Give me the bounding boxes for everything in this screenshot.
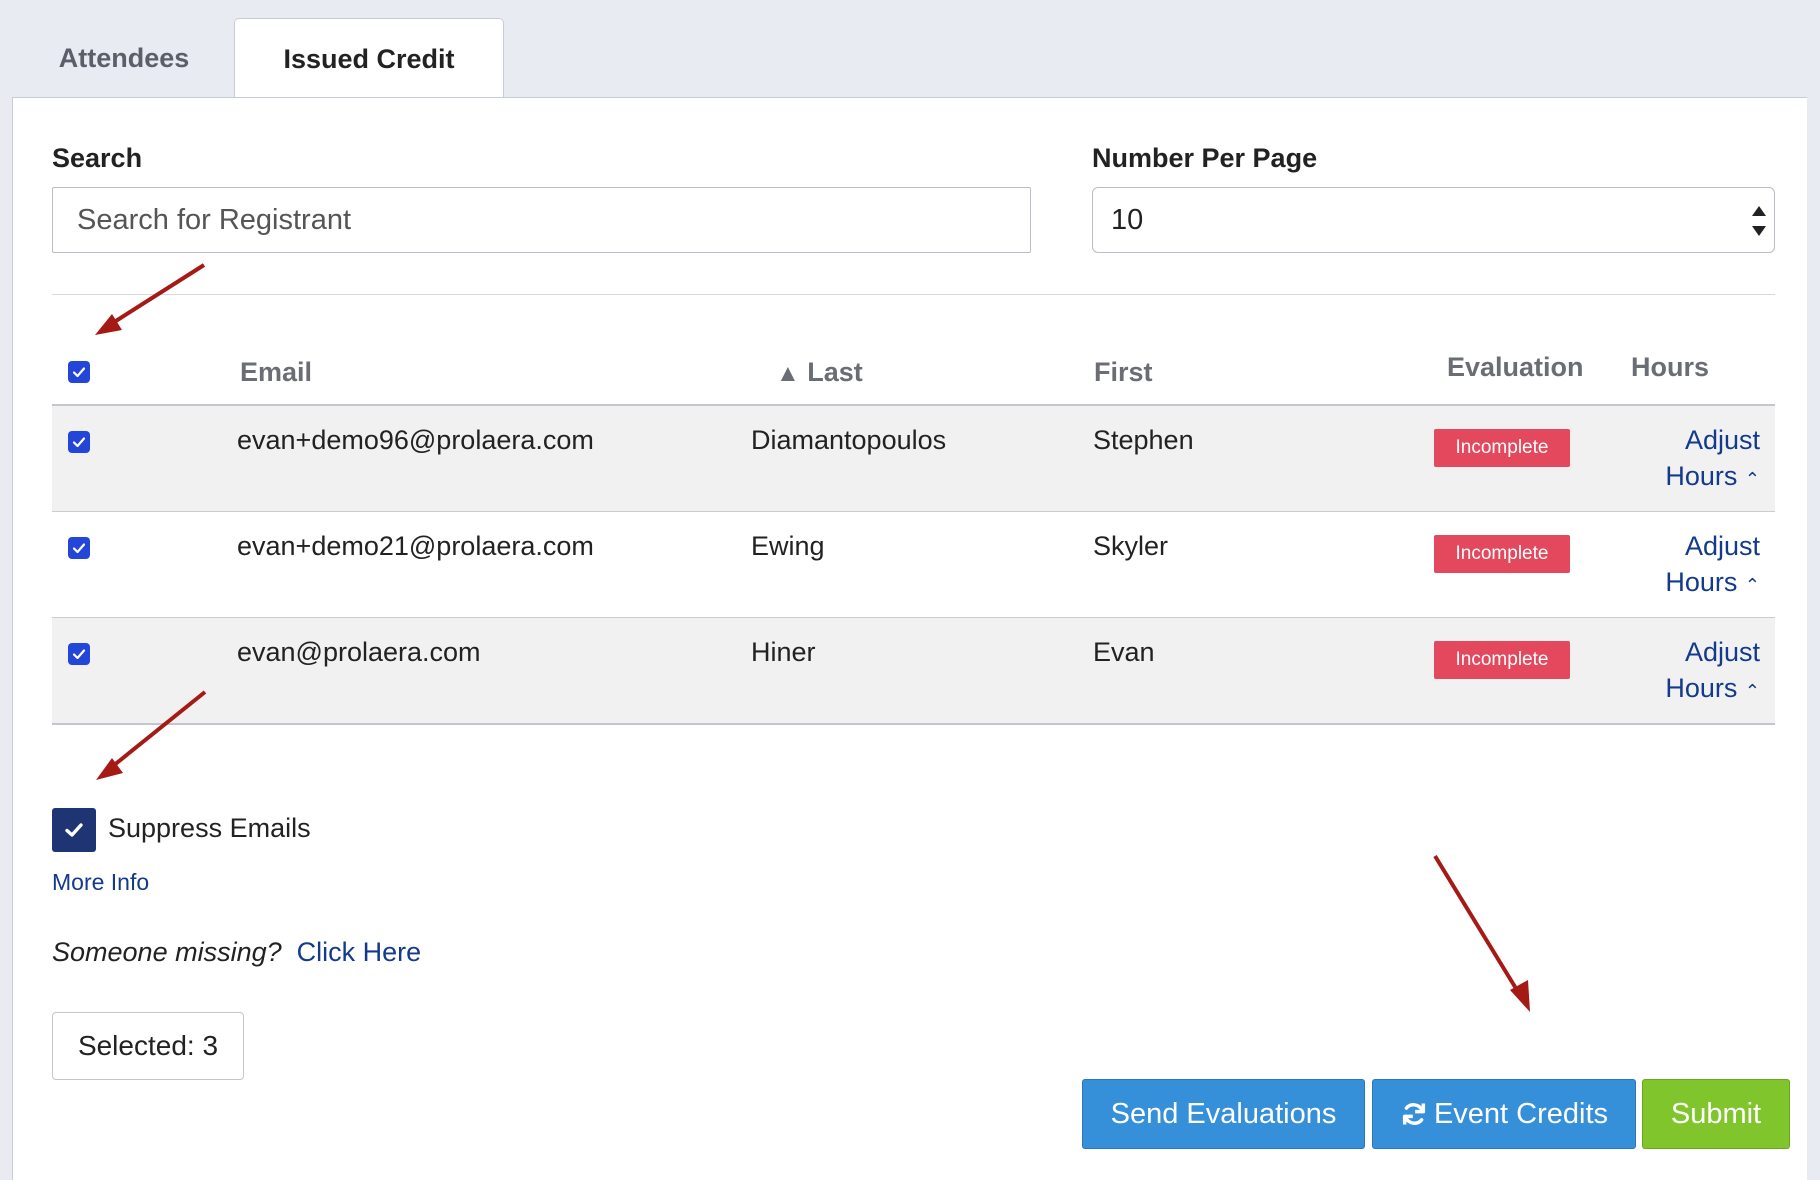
suppress-emails-checkbox[interactable] <box>52 808 96 852</box>
column-header-first[interactable]: First <box>1094 357 1153 388</box>
row-first: Evan <box>1093 637 1155 667</box>
checkmark-icon <box>65 823 83 837</box>
adjust-hours-line2: Hours <box>1665 567 1738 597</box>
adjust-hours-link[interactable]: Adjust Hours ⌃ <box>1665 422 1760 497</box>
checkmark-icon <box>72 437 86 448</box>
row-checkbox[interactable] <box>68 537 90 559</box>
evaluation-status-badge: Incomplete <box>1434 429 1570 467</box>
suppress-emails-label: Suppress Emails <box>108 813 311 843</box>
column-header-last-label: Last <box>807 357 863 387</box>
row-last: Diamantopoulos <box>751 425 947 455</box>
adjust-hours-link[interactable]: Adjust Hours ⌃ <box>1665 634 1760 709</box>
checkmark-icon <box>72 367 86 378</box>
adjust-hours-line2: Hours <box>1665 461 1738 491</box>
checkmark-icon <box>72 543 86 554</box>
tab-attendees[interactable]: Attendees <box>12 18 236 98</box>
column-header-last[interactable]: ▲ Last <box>776 357 863 388</box>
adjust-hours-link[interactable]: Adjust Hours ⌃ <box>1665 528 1760 603</box>
send-evaluations-button[interactable]: Send Evaluations <box>1082 1079 1365 1149</box>
adjust-hours-line2: Hours <box>1665 673 1738 703</box>
someone-missing-text: Someone missing? <box>52 937 282 967</box>
event-credits-button[interactable]: Event Credits <box>1372 1079 1636 1149</box>
row-last: Hiner <box>751 637 816 667</box>
chevron-up-icon: ⌃ <box>1744 681 1760 701</box>
row-last: Ewing <box>751 531 825 561</box>
adjust-hours-line1: Adjust <box>1684 637 1760 667</box>
selected-count: Selected: 3 <box>52 1012 244 1080</box>
column-header-hours[interactable]: Hours <box>1631 352 1709 383</box>
search-input[interactable] <box>52 187 1031 253</box>
divider <box>52 294 1775 295</box>
evaluation-status-badge: Incomplete <box>1434 535 1570 573</box>
adjust-hours-line1: Adjust <box>1684 425 1760 455</box>
search-label: Search <box>52 143 143 173</box>
more-info-link[interactable]: More Info <box>52 869 149 896</box>
row-email: evan+demo96@prolaera.com <box>237 425 594 455</box>
someone-missing-line: Someone missing? Click Here <box>52 937 421 968</box>
row-email: evan@prolaera.com <box>237 637 481 667</box>
evaluation-status-badge: Incomplete <box>1434 641 1570 679</box>
refresh-icon <box>1402 1103 1426 1125</box>
event-credits-label: Event Credits <box>1433 1097 1609 1130</box>
per-page-select[interactable]: 10 <box>1092 187 1775 253</box>
row-first: Stephen <box>1093 425 1194 455</box>
row-first: Skyler <box>1093 531 1169 561</box>
row-checkbox[interactable] <box>68 431 90 453</box>
row-email: evan+demo21@prolaera.com <box>237 531 594 561</box>
adjust-hours-line1: Adjust <box>1684 531 1760 561</box>
row-checkbox[interactable] <box>68 643 90 665</box>
sort-ascending-icon: ▲ <box>776 360 800 387</box>
chevron-up-icon: ⌃ <box>1744 575 1760 595</box>
select-all-checkbox[interactable] <box>68 361 90 383</box>
column-header-evaluation[interactable]: Evaluation <box>1447 352 1584 383</box>
click-here-link[interactable]: Click Here <box>297 937 422 967</box>
per-page-value: 10 <box>1111 203 1144 236</box>
per-page-label: Number Per Page <box>1092 143 1318 173</box>
table-bottom-divider <box>52 723 1775 725</box>
tab-issued-credit[interactable]: Issued Credit <box>234 18 504 99</box>
chevron-up-icon: ⌃ <box>1744 469 1760 489</box>
submit-button[interactable]: Submit <box>1642 1079 1790 1149</box>
checkmark-icon <box>72 649 86 660</box>
select-arrows-icon <box>1752 206 1766 236</box>
column-header-email[interactable]: Email <box>240 357 312 388</box>
